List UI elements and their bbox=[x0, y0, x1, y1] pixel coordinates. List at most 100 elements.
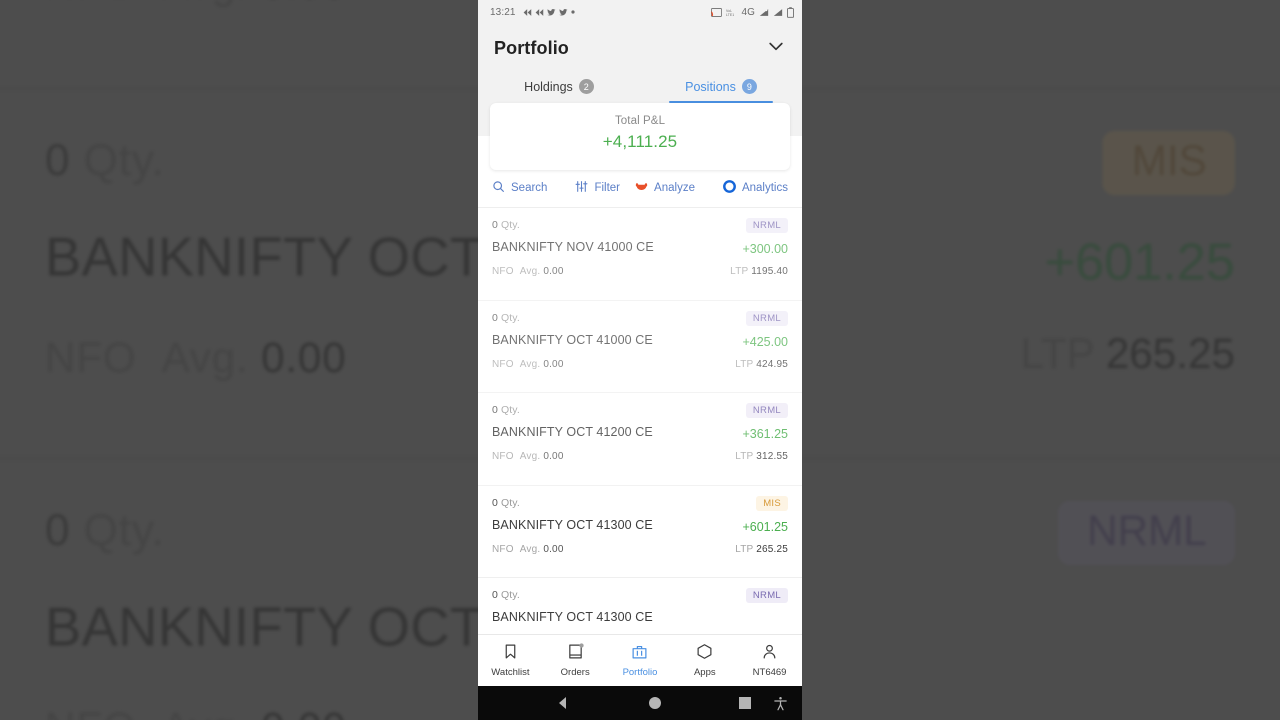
person-icon bbox=[761, 643, 778, 663]
rewind-icon bbox=[523, 8, 532, 17]
position-row[interactable]: 0 Qty. BANKNIFTY NOV 41000 CE NFO Avg. 0… bbox=[478, 208, 802, 301]
analytics-circle-icon bbox=[723, 180, 736, 196]
recents-square-icon[interactable] bbox=[739, 697, 751, 709]
nav-item-apps[interactable]: Apps bbox=[672, 643, 737, 678]
position-avg-value: 0.00 bbox=[543, 358, 564, 370]
twitter-icon bbox=[558, 8, 568, 17]
analyze-button[interactable]: Analyze bbox=[635, 181, 695, 195]
position-ltp: LTP 1195.40 bbox=[730, 266, 788, 277]
nav-label-watchlist: Watchlist bbox=[491, 667, 530, 678]
position-ltp: LTP 265.25 bbox=[735, 544, 788, 555]
position-product-badge: NRML bbox=[745, 218, 788, 233]
position-qty: 0 Qty. bbox=[492, 404, 788, 416]
position-avg-label: Avg. bbox=[519, 266, 541, 277]
position-qty: 0 Qty. bbox=[492, 589, 788, 601]
tab-positions-count: 9 bbox=[741, 79, 757, 94]
analyze-label: Analyze bbox=[654, 182, 695, 194]
analytics-button[interactable]: Analytics bbox=[723, 180, 788, 196]
total-pnl-card[interactable]: Total P&L +4,111.25 bbox=[490, 103, 790, 170]
app-bar: Portfolio bbox=[478, 24, 802, 63]
position-qty: 0 Qty. bbox=[492, 497, 788, 509]
tab-positions[interactable]: Positions 9 bbox=[640, 71, 802, 103]
search-icon bbox=[492, 180, 505, 196]
nav-item-account[interactable]: NT6469 bbox=[737, 643, 802, 678]
back-triangle-icon[interactable] bbox=[555, 695, 571, 711]
dot-icon bbox=[570, 10, 575, 14]
position-product-badge: MIS bbox=[756, 495, 788, 511]
position-avg-value: 0.00 bbox=[543, 266, 564, 277]
android-system-nav bbox=[478, 686, 802, 720]
position-instrument: BANKNIFTY OCT 41300 CE bbox=[492, 610, 653, 624]
search-label: Search bbox=[511, 182, 548, 194]
analytics-label: Analytics bbox=[741, 182, 788, 194]
positions-list: 0 Qty. BANKNIFTY NOV 41000 CE NFO Avg. 0… bbox=[478, 208, 802, 671]
position-qty-label: Qty. bbox=[500, 589, 520, 601]
position-pnl: +425.00 bbox=[742, 334, 788, 349]
nav-label-account: NT6469 bbox=[752, 667, 787, 678]
position-pnl: +361.25 bbox=[742, 427, 788, 441]
position-avg-label: Avg. bbox=[519, 358, 541, 370]
position-pnl: +601.25 bbox=[742, 519, 788, 534]
position-qty-label: Qty. bbox=[500, 404, 520, 416]
network-type-label: 4G bbox=[741, 6, 755, 18]
volte-icon: VoL LTE1 bbox=[726, 8, 737, 17]
position-avg-value: 0.00 bbox=[543, 451, 564, 462]
nav-item-portfolio[interactable]: Portfolio bbox=[608, 643, 673, 678]
phone-screen: 13:21 VoL LTE1 4G Portfolio Holdings 2 P… bbox=[478, 0, 802, 720]
position-ltp-value: 265.25 bbox=[756, 543, 788, 555]
status-bar-time: 13:21 bbox=[490, 6, 516, 18]
tab-holdings[interactable]: Holdings 2 bbox=[478, 71, 640, 103]
position-product-badge: NRML bbox=[745, 403, 788, 418]
nav-label-apps: Apps bbox=[693, 667, 716, 678]
home-circle-icon[interactable] bbox=[648, 696, 662, 710]
position-qty-value: 0 bbox=[492, 404, 498, 416]
tab-positions-label: Positions bbox=[685, 79, 736, 94]
twitter-icon bbox=[546, 8, 556, 17]
summary-section: Total P&L +4,111.25 bbox=[478, 103, 802, 170]
battery-icon bbox=[787, 6, 794, 18]
tab-holdings-label: Holdings bbox=[524, 79, 573, 94]
nav-label-portfolio: Portfolio bbox=[622, 667, 658, 678]
position-exchange: NFO bbox=[492, 266, 514, 277]
position-qty-label: Qty. bbox=[500, 219, 520, 231]
status-bar-system-icons: VoL LTE1 4G bbox=[711, 7, 794, 18]
filter-icon bbox=[575, 180, 588, 196]
position-ltp-label: LTP bbox=[735, 358, 754, 370]
page-title: Portfolio bbox=[494, 38, 569, 58]
position-qty-label: Qty. bbox=[500, 496, 520, 509]
search-button[interactable]: Search bbox=[492, 180, 547, 196]
nav-item-watchlist[interactable]: Watchlist bbox=[478, 643, 543, 678]
position-exchange: NFO bbox=[492, 543, 514, 555]
accessibility-icon[interactable] bbox=[773, 696, 788, 711]
position-qty-value: 0 bbox=[492, 496, 498, 509]
position-avg-label: Avg. bbox=[519, 451, 541, 462]
position-ltp: LTP 312.55 bbox=[735, 451, 788, 462]
orders-book-icon bbox=[567, 643, 584, 663]
position-row[interactable]: 0 Qty. BANKNIFTY OCT 41200 CE NFO Avg. 0… bbox=[478, 393, 802, 486]
signal-bar-icon bbox=[759, 8, 769, 17]
position-avg-label: Avg. bbox=[519, 543, 541, 555]
position-ltp-value: 424.95 bbox=[756, 358, 788, 370]
status-bar: 13:21 VoL LTE1 4G bbox=[478, 0, 802, 24]
filter-button[interactable]: Filter bbox=[575, 180, 620, 196]
nav-label-orders: Orders bbox=[560, 667, 590, 678]
cube-icon bbox=[696, 643, 713, 663]
position-qty: 0 Qty. bbox=[492, 219, 788, 231]
position-exchange: NFO bbox=[492, 451, 514, 462]
bottom-navigation: Watchlist Orders Portfolio Apps NT6469 bbox=[478, 634, 802, 686]
tab-holdings-count: 2 bbox=[578, 79, 594, 94]
position-avg-value: 0.00 bbox=[543, 543, 564, 555]
position-qty: 0 Qty. bbox=[492, 312, 788, 324]
cast-icon bbox=[711, 7, 723, 17]
signal-bar-icon bbox=[773, 8, 783, 17]
total-pnl-value: +4,111.25 bbox=[602, 132, 678, 151]
position-qty-value: 0 bbox=[492, 589, 498, 601]
position-product-badge: NRML bbox=[745, 588, 788, 603]
total-pnl-label: Total P&L bbox=[614, 115, 666, 127]
position-qty-value: 0 bbox=[492, 311, 498, 324]
position-row[interactable]: 0 Qty. BANKNIFTY OCT 41300 CE NFO Avg. 0… bbox=[478, 486, 802, 578]
briefcase-icon bbox=[631, 643, 648, 663]
position-row[interactable]: 0 Qty. BANKNIFTY OCT 41000 CE NFO Avg. 0… bbox=[478, 301, 802, 393]
nav-item-orders[interactable]: Orders bbox=[543, 643, 608, 678]
chevron-down-icon[interactable] bbox=[766, 36, 786, 61]
